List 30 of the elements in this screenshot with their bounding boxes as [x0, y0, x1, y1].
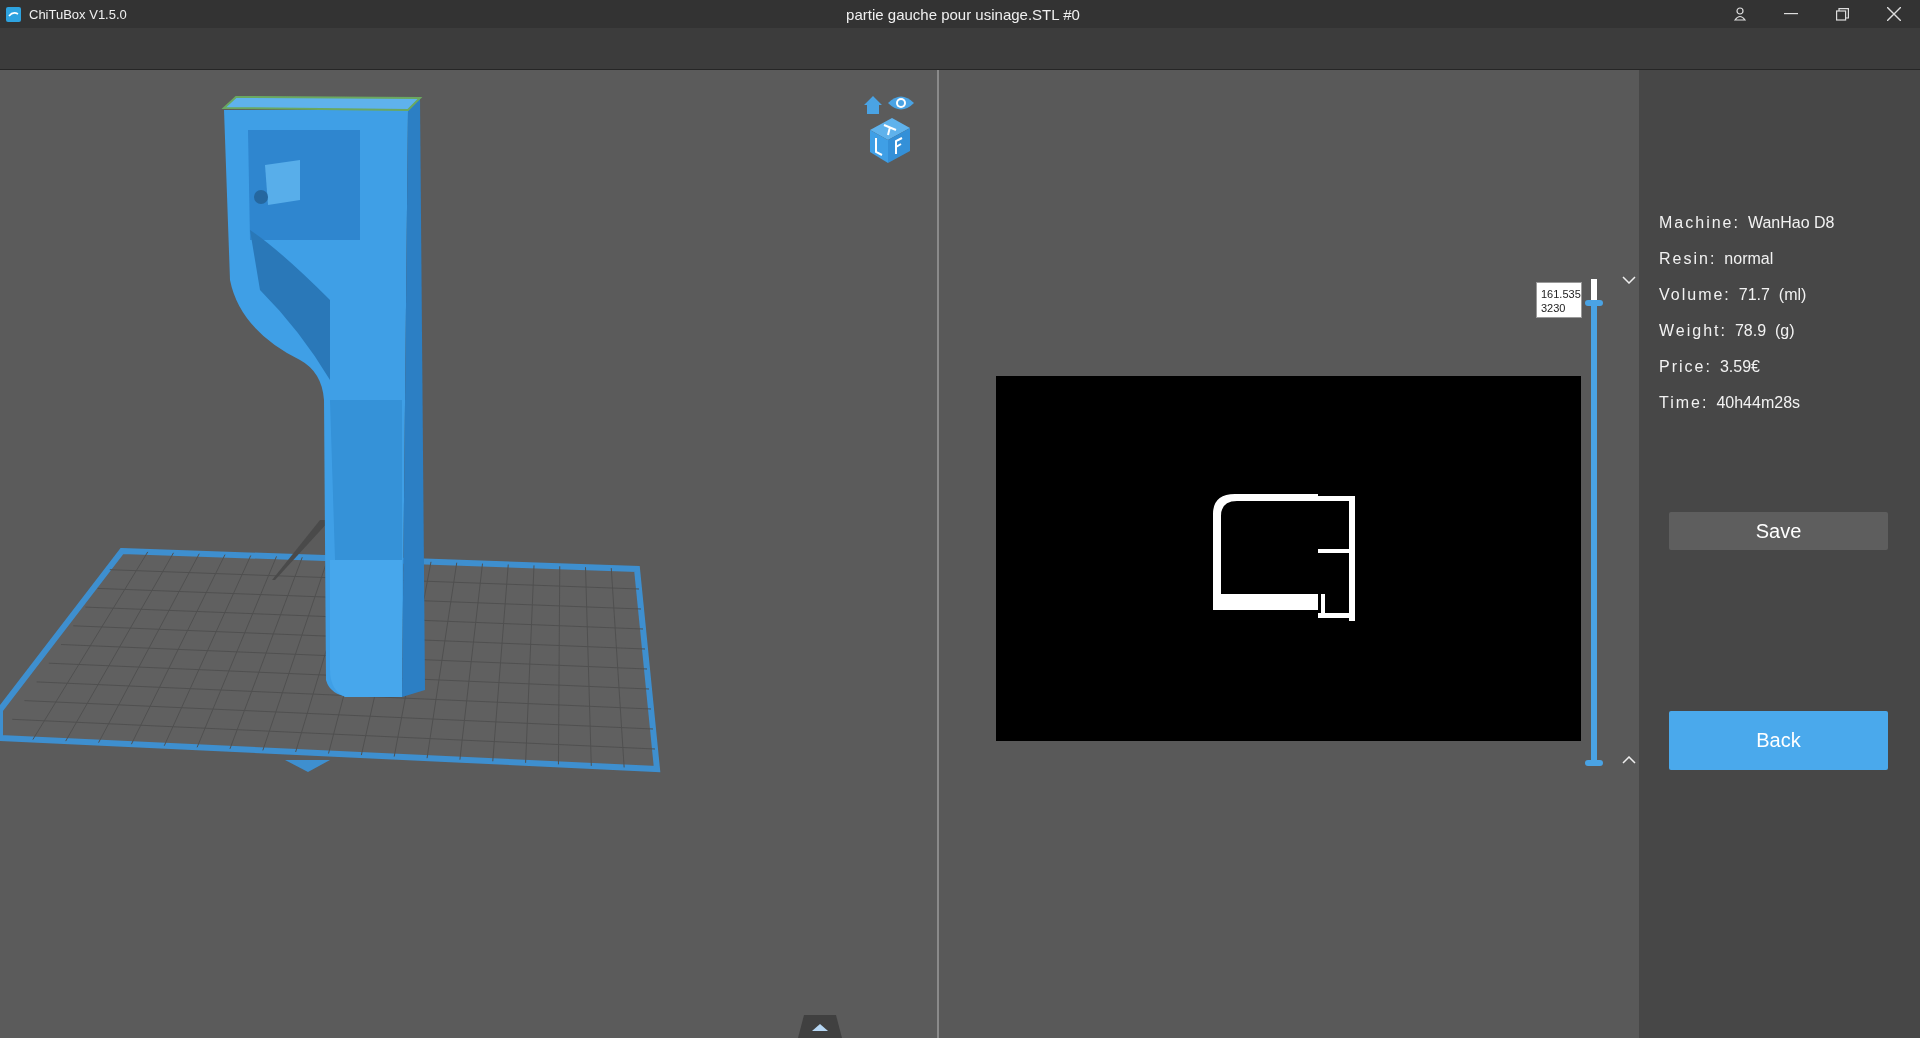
- expand-tab-icon[interactable]: [798, 1015, 842, 1038]
- window-title: partie gauche pour usinage.STL #0: [845, 5, 1081, 23]
- info-value: WanHao D8: [1747, 214, 1835, 232]
- info-label: Volume:: [1659, 286, 1731, 304]
- info-value: 40h44m28s: [1716, 394, 1801, 412]
- info-label: Machine:: [1659, 214, 1740, 232]
- info-label: Weight:: [1659, 322, 1727, 340]
- layer-label: 3230: [1541, 301, 1567, 315]
- info-value: 3.59€: [1719, 358, 1760, 376]
- info-label: Price:: [1659, 358, 1712, 376]
- chevron-down-icon[interactable]: [1622, 276, 1636, 284]
- close-icon[interactable]: [1887, 7, 1901, 21]
- minimize-icon[interactable]: [1784, 13, 1798, 15]
- app-logo-icon: [6, 6, 21, 22]
- home-icon[interactable]: [863, 95, 883, 115]
- info-value: 78.9 (g): [1734, 322, 1795, 340]
- view-cube-icon[interactable]: [868, 116, 912, 164]
- chevron-up-icon[interactable]: [1622, 756, 1636, 764]
- info-value: 71.7 (ml): [1738, 286, 1807, 304]
- app-title: ChiTuBox V1.5.0: [29, 6, 127, 22]
- height-label: 161.535: [1541, 287, 1581, 301]
- slider-end-handle[interactable]: [1585, 760, 1603, 766]
- slider-thumb[interactable]: [1585, 300, 1603, 307]
- info-label: Time:: [1659, 394, 1709, 412]
- user-icon[interactable]: [1734, 7, 1746, 21]
- restore-icon[interactable]: [1836, 7, 1849, 21]
- info-label: Resin:: [1659, 250, 1717, 268]
- save-button[interactable]: Save: [1669, 512, 1888, 550]
- info-value: normal: [1724, 250, 1774, 268]
- eye-icon[interactable]: [887, 94, 915, 112]
